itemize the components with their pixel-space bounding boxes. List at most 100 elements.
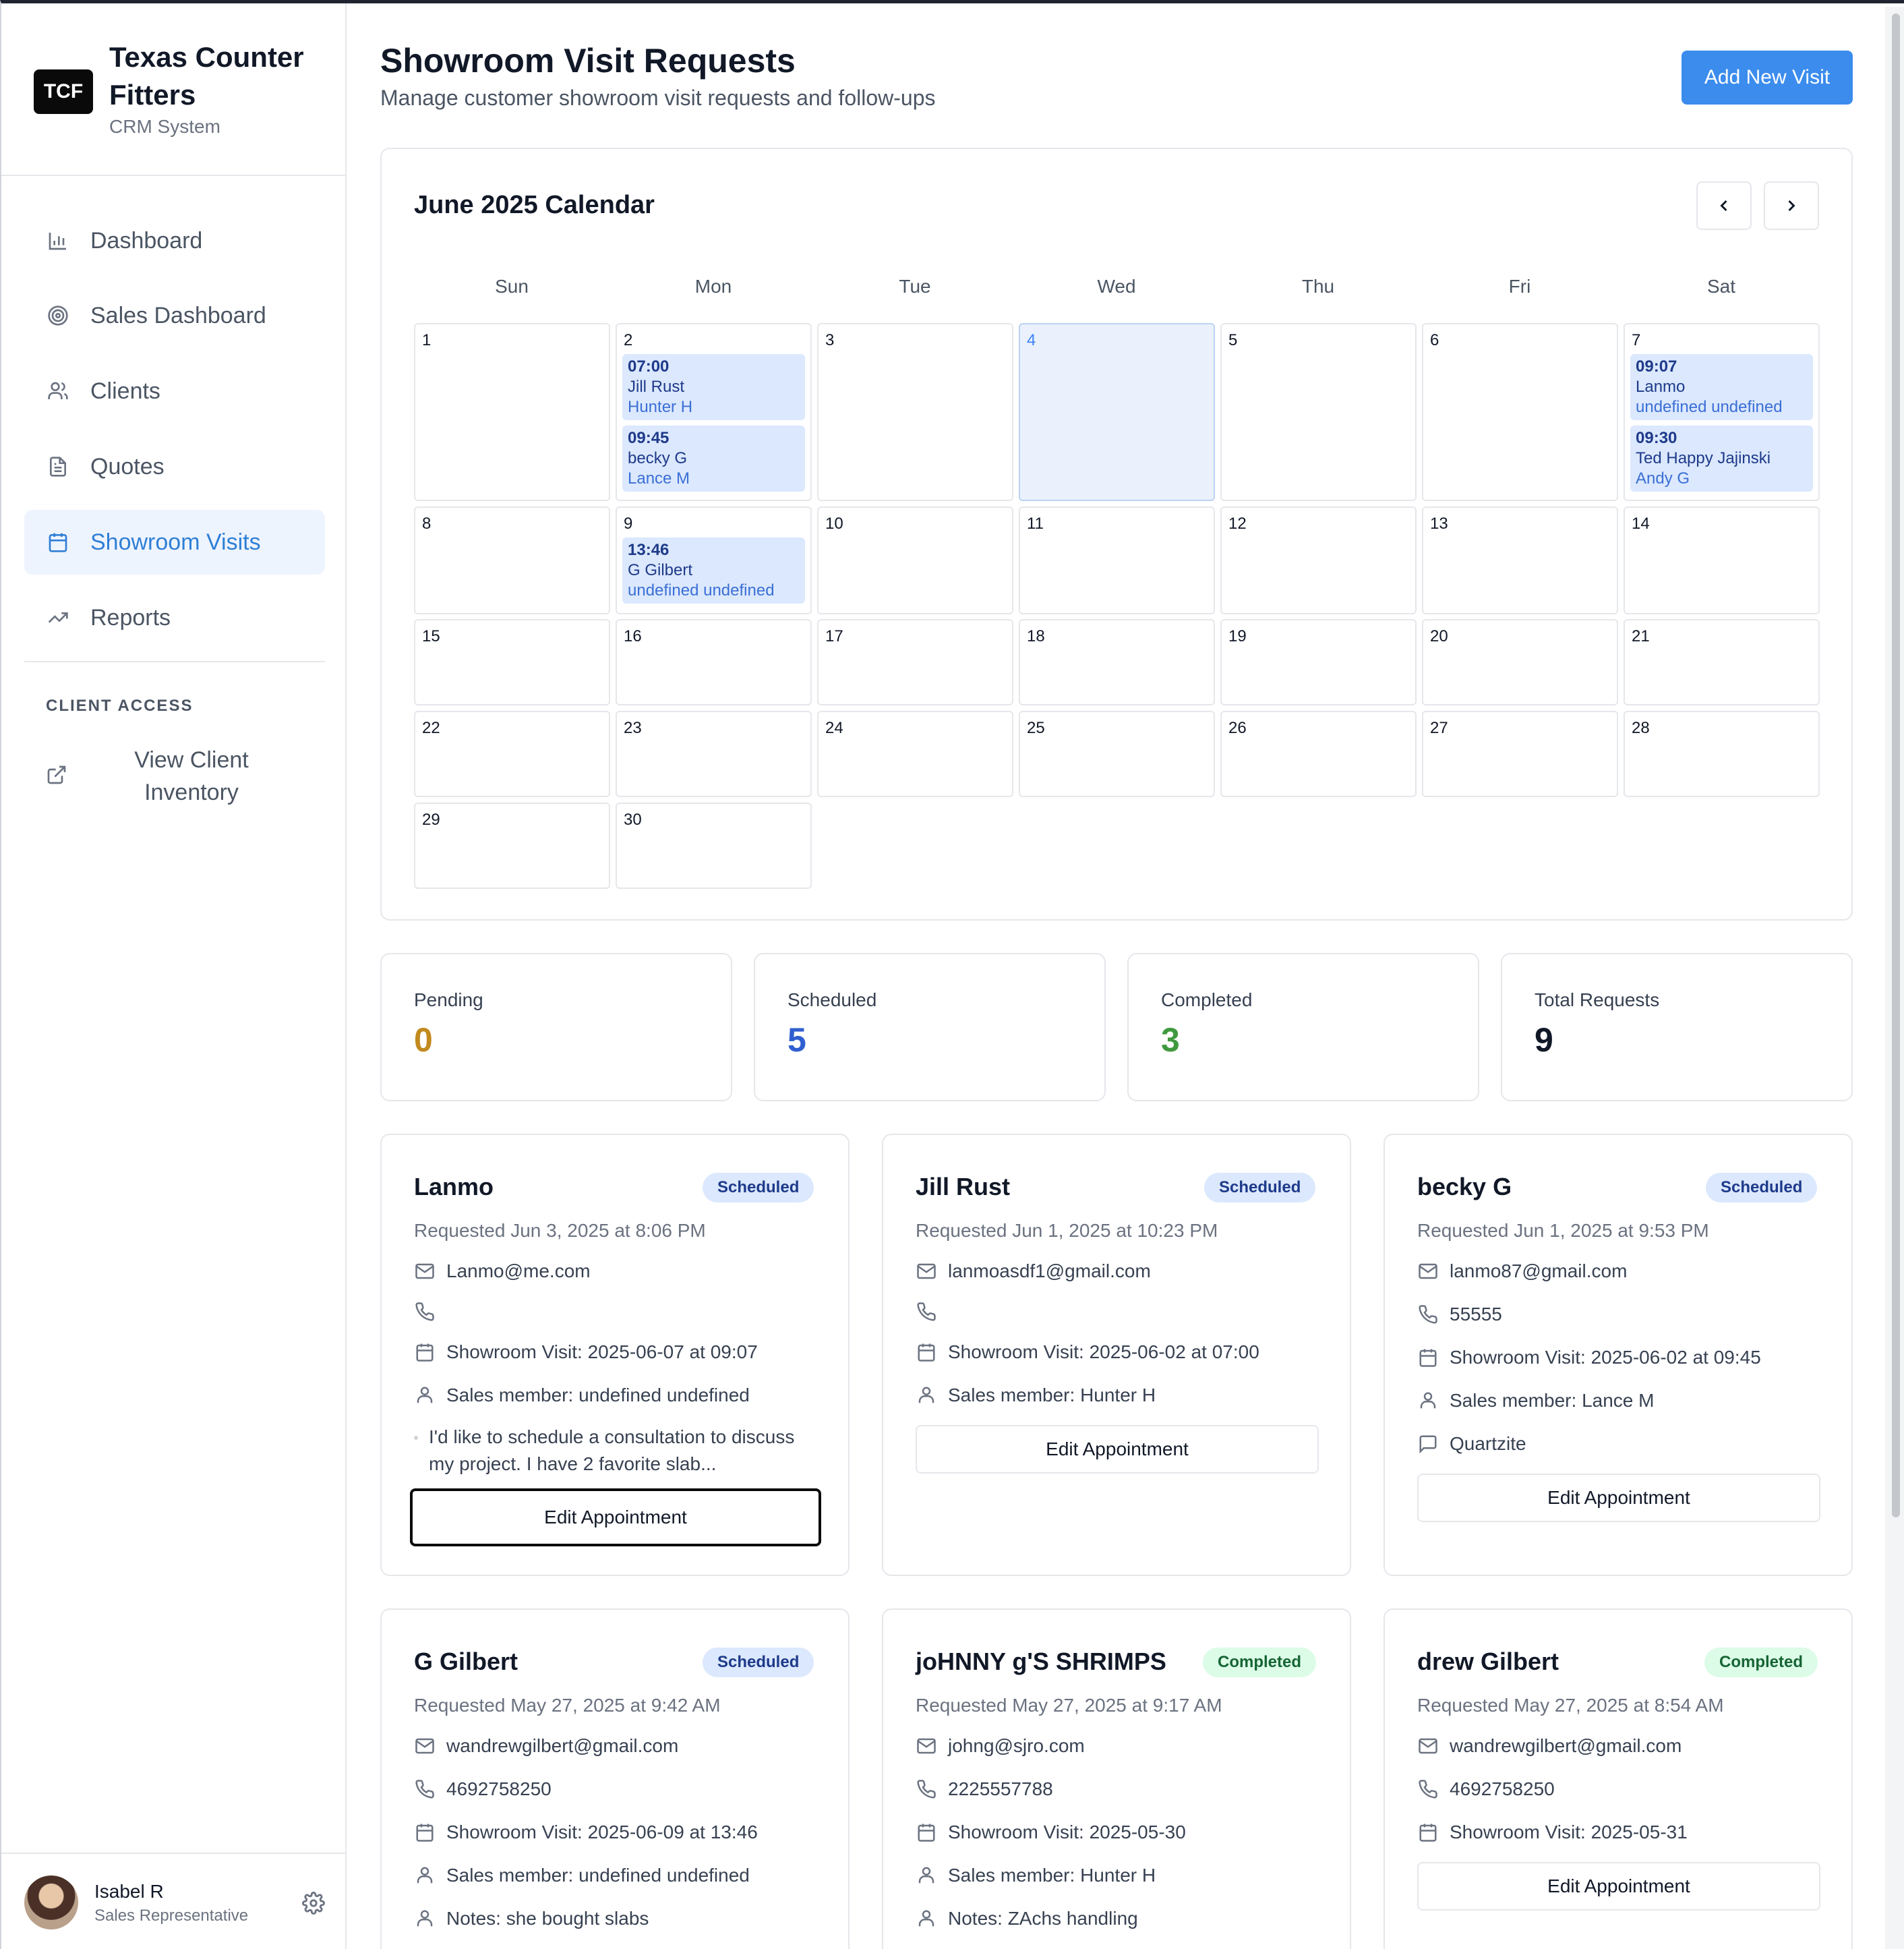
users-icon (46, 379, 70, 403)
edit-appointment-button[interactable]: Edit Appointment (1417, 1862, 1820, 1911)
calendar-day[interactable]: 3 (817, 323, 1013, 501)
document-icon (46, 455, 70, 479)
visit-email[interactable]: wandrewgilbert@gmail.com (1450, 1735, 1682, 1757)
calendar-day[interactable]: 9 13:46 G Gilbert undefined undefined (616, 506, 812, 614)
stat-label: Scheduled (787, 989, 877, 1010)
brand-logo: TCF (34, 69, 93, 114)
brand-name: Texas Counter Fitters (109, 41, 304, 111)
calendar-day[interactable]: 25 (1019, 711, 1215, 797)
section-label: CLIENT ACCESS (46, 697, 194, 715)
calendar-appointment[interactable]: 13:46 G Gilbert undefined undefined (622, 537, 805, 604)
visit-client-name: G Gilbert (414, 1648, 518, 1675)
visit-date: Showroom Visit: 2025-06-09 at 13:46 (446, 1822, 758, 1842)
visit-client-name: drew Gilbert (1417, 1648, 1559, 1675)
day-number: 23 (624, 719, 642, 737)
visit-requested-date: Requested May 27, 2025 at 9:17 AM (916, 1695, 1222, 1716)
visit-comment: Quartzite (1450, 1433, 1526, 1454)
calendar-day-today[interactable]: 4 (1019, 323, 1215, 501)
visit-email-row: Lanmo@me.com (414, 1260, 591, 1282)
calendar-day[interactable]: 1 (414, 323, 610, 501)
phone-icon (1417, 1778, 1439, 1800)
sidebar-item-label: Quotes (90, 453, 165, 479)
day-number: 5 (1228, 331, 1238, 349)
calendar-day[interactable]: 23 (616, 711, 812, 797)
visit-card: joHNNY g'S SHRIMPS Completed Requested M… (882, 1608, 1351, 1949)
calendar-day[interactable]: 21 (1624, 619, 1820, 705)
visit-comment-row: Quartzite (1417, 1433, 1526, 1455)
calendar-day[interactable]: 14 (1624, 506, 1820, 614)
day-number: 27 (1430, 719, 1448, 737)
user-icon (414, 1385, 436, 1406)
sidebar-item-quotes[interactable]: Quotes (24, 434, 325, 499)
status-badge: Completed (1704, 1648, 1818, 1677)
visit-email[interactable]: wandrewgilbert@gmail.com (446, 1735, 678, 1757)
calendar-day[interactable]: 7 09:07 Lanmo undefined undefined 09:30 … (1624, 323, 1820, 501)
visit-phone[interactable]: 55555 (1450, 1304, 1502, 1325)
calendar-day[interactable]: 20 (1422, 619, 1618, 705)
calendar-day[interactable]: 10 (817, 506, 1013, 614)
view-client-inventory-link[interactable]: View Client Inventory (24, 741, 325, 811)
bar-chart-icon (46, 229, 70, 253)
calendar-appointment[interactable]: 09:30 Ted Happy Jajinski Andy G (1630, 426, 1813, 492)
calendar-appointment[interactable]: 09:07 Lanmo undefined undefined (1630, 354, 1813, 420)
edit-appointment-button[interactable]: Edit Appointment (410, 1488, 821, 1546)
edit-appointment-button[interactable]: Edit Appointment (1417, 1474, 1820, 1522)
visit-email[interactable]: lanmo87@gmail.com (1450, 1260, 1627, 1282)
calendar-day[interactable]: 2 07:00 Jill Rust Hunter H 09:45 becky G… (616, 323, 812, 501)
visit-card: G Gilbert Scheduled Requested May 27, 20… (380, 1608, 850, 1949)
scrollbar-thumb[interactable] (1892, 13, 1900, 1517)
calendar-day[interactable]: 6 (1422, 323, 1618, 501)
calendar-day[interactable]: 8 (414, 506, 610, 614)
visit-requested-date: Requested May 27, 2025 at 8:54 AM (1417, 1695, 1724, 1716)
day-number: 8 (422, 515, 432, 533)
gear-icon[interactable] (302, 1892, 325, 1915)
calendar-day[interactable]: 12 (1220, 506, 1417, 614)
sidebar-item-showroom-visits[interactable]: Showroom Visits (24, 510, 325, 575)
calendar-day[interactable]: 13 (1422, 506, 1618, 614)
calendar-day[interactable]: 30 (616, 803, 812, 889)
user-role: Sales Representative (94, 1907, 249, 1925)
sidebar-item-dashboard[interactable]: Dashboard (24, 208, 325, 273)
visit-notes: Notes: she bought slabs (446, 1908, 649, 1929)
calendar-day[interactable]: 19 (1220, 619, 1417, 705)
calendar-icon (1417, 1822, 1439, 1843)
calendar-day[interactable]: 5 (1220, 323, 1417, 501)
appointment-client: Lanmo (1636, 378, 1686, 396)
sidebar-item-clients[interactable]: Clients (24, 359, 325, 424)
add-new-visit-button[interactable]: Add New Visit (1682, 51, 1853, 105)
app-window: TCF Texas Counter Fitters CRM System Das… (0, 0, 1904, 1949)
edit-appointment-button[interactable]: Edit Appointment (916, 1425, 1319, 1474)
scrollbar[interactable] (1885, 7, 1904, 1949)
page-subtitle: Manage customer showroom visit requests … (380, 86, 936, 110)
calendar-day[interactable]: 15 (414, 619, 610, 705)
visit-phone[interactable]: 4692758250 (1450, 1778, 1555, 1800)
calendar-day[interactable]: 26 (1220, 711, 1417, 797)
visit-email[interactable]: lanmoasdf1@gmail.com (948, 1260, 1151, 1282)
day-number: 30 (624, 811, 642, 829)
visit-email[interactable]: Lanmo@me.com (446, 1260, 591, 1282)
day-number: 29 (422, 811, 440, 829)
calendar-day[interactable]: 27 (1422, 711, 1618, 797)
calendar-day[interactable]: 11 (1019, 506, 1215, 614)
visit-phone[interactable]: 2225557788 (948, 1778, 1053, 1800)
visit-phone[interactable]: 4692758250 (446, 1778, 552, 1800)
calendar-day[interactable]: 29 (414, 803, 610, 889)
stat-value: 3 (1161, 1021, 1180, 1059)
visit-note: I'd like to schedule a consultation to d… (414, 1424, 819, 1478)
calendar-day[interactable]: 28 (1624, 711, 1820, 797)
sidebar-item-sales-dashboard[interactable]: Sales Dashboard (24, 283, 325, 348)
day-number: 16 (624, 627, 642, 645)
calendar-appointment[interactable]: 07:00 Jill Rust Hunter H (622, 354, 805, 420)
calendar-day[interactable]: 22 (414, 711, 610, 797)
calendar-day[interactable]: 24 (817, 711, 1013, 797)
sidebar-item-reports[interactable]: Reports (24, 585, 325, 650)
calendar-day[interactable]: 18 (1019, 619, 1215, 705)
day-number: 20 (1430, 627, 1448, 645)
visit-email[interactable]: johng@sjro.com (948, 1735, 1085, 1757)
calendar-day[interactable]: 17 (817, 619, 1013, 705)
next-month-button[interactable] (1764, 181, 1819, 230)
calendar-day[interactable]: 16 (616, 619, 812, 705)
calendar-appointment[interactable]: 09:45 becky G Lance M (622, 426, 805, 492)
prev-month-button[interactable] (1696, 181, 1752, 230)
avatar (24, 1875, 78, 1929)
